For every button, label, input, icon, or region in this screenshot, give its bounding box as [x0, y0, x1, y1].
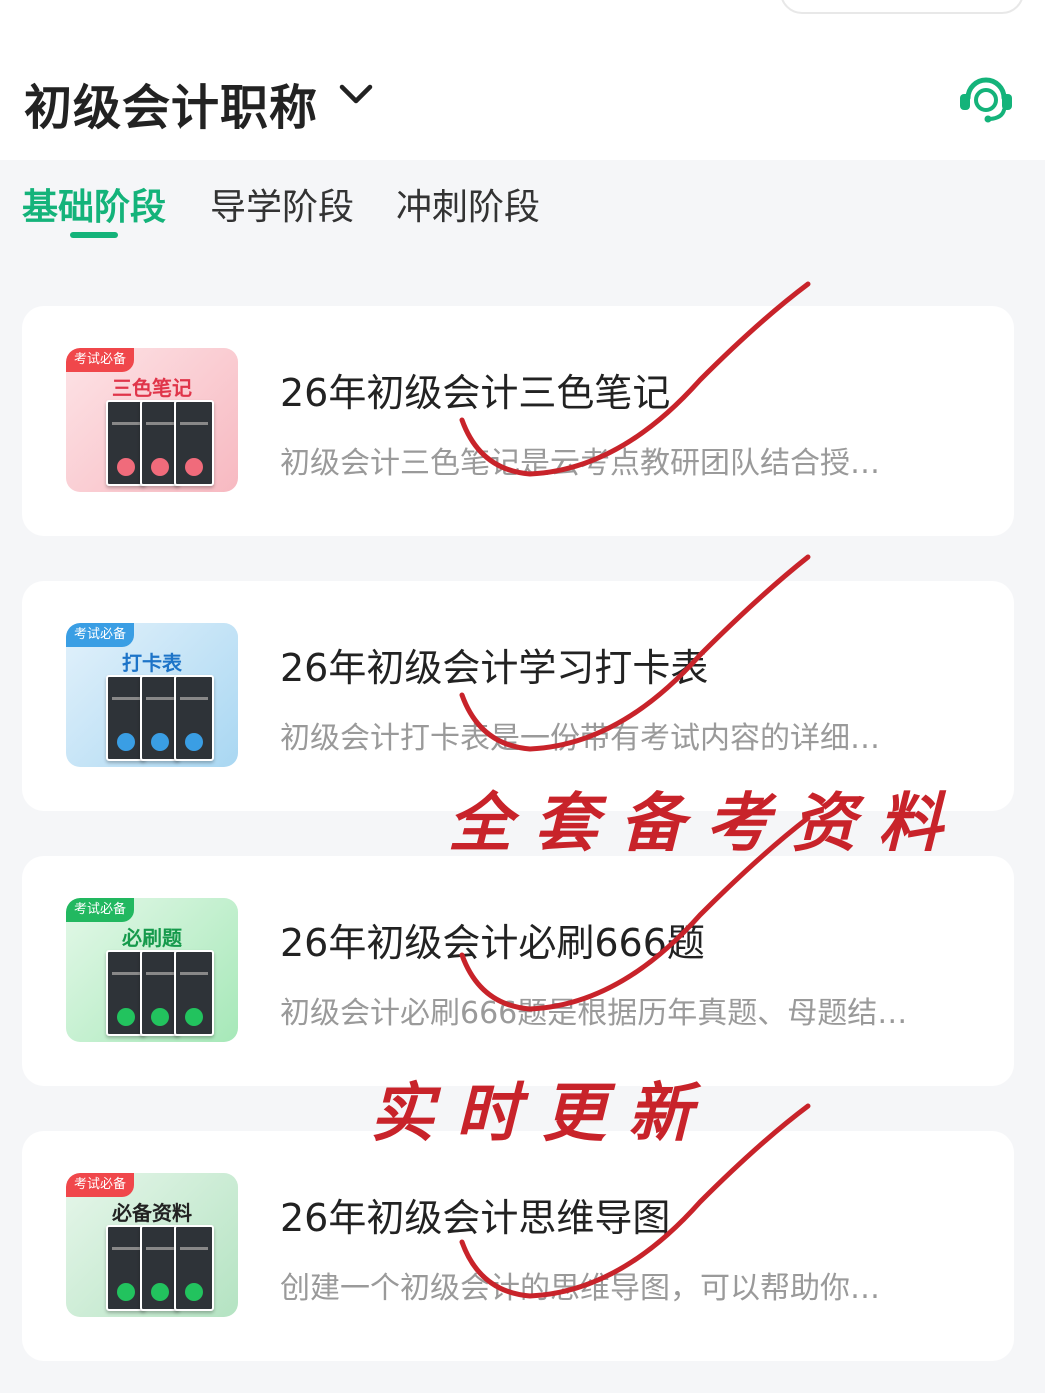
card-description: 初级会计三色笔记是云考点教研团队结合授…: [280, 446, 880, 481]
headset-icon[interactable]: [954, 68, 1018, 124]
exam-badge: 考试必备: [66, 348, 135, 372]
top-pill[interactable]: [780, 0, 1024, 14]
card-thumbnail: 考试必备 必刷题: [66, 898, 238, 1042]
book-stack-icon: [106, 950, 216, 1036]
stage-tabs: 基础阶段 导学阶段 冲刺阶段: [0, 160, 1045, 250]
exam-badge: 考试必备: [66, 623, 135, 647]
card-description: 初级会计必刷666题是根据历年真题、母题结…: [280, 996, 908, 1031]
card-title: 26年初级会计学习打卡表: [280, 646, 709, 690]
resource-card[interactable]: 考试必备 打卡表 26年初级会计学习打卡表 初级会计打卡表是一份带有考试内容的详…: [22, 581, 1014, 811]
tab-intro[interactable]: 导学阶段: [210, 178, 354, 230]
book-stack-icon: [106, 1225, 216, 1311]
card-description: 创建一个初级会计的思维导图，可以帮助你…: [280, 1271, 880, 1306]
resource-card[interactable]: 考试必备 三色笔记 26年初级会计三色笔记 初级会计三色笔记是云考点教研团队结合…: [22, 306, 1014, 536]
tab-basic[interactable]: 基础阶段: [22, 178, 166, 230]
resource-card[interactable]: 考试必备 必备资料 26年初级会计思维导图 创建一个初级会计的思维导图，可以帮助…: [22, 1131, 1014, 1361]
exam-badge: 考试必备: [66, 898, 135, 922]
card-thumbnail: 考试必备 打卡表: [66, 623, 238, 767]
thumbnail-label: 打卡表: [122, 651, 182, 675]
card-title: 26年初级会计思维导图: [280, 1196, 671, 1240]
thumbnail-label: 必刷题: [122, 926, 182, 950]
exam-badge: 考试必备: [66, 1173, 135, 1197]
resource-card[interactable]: 考试必备 必刷题 26年初级会计必刷666题 初级会计必刷666题是根据历年真题…: [22, 856, 1014, 1086]
tab-sprint[interactable]: 冲刺阶段: [396, 178, 540, 230]
chevron-down-icon[interactable]: [338, 82, 374, 106]
card-thumbnail: 考试必备 必备资料: [66, 1173, 238, 1317]
card-thumbnail: 考试必备 三色笔记: [66, 348, 238, 492]
thumbnail-label: 必备资料: [112, 1201, 192, 1225]
book-stack-icon: [106, 400, 216, 486]
book-stack-icon: [106, 675, 216, 761]
active-tab-indicator: [70, 232, 118, 238]
card-title: 26年初级会计三色笔记: [280, 371, 671, 415]
top-bar: 初级会计职称: [0, 0, 1045, 160]
thumbnail-label: 三色笔记: [112, 376, 192, 400]
page-title[interactable]: 初级会计职称: [24, 68, 318, 138]
card-description: 初级会计打卡表是一份带有考试内容的详细…: [280, 721, 880, 756]
card-title: 26年初级会计必刷666题: [280, 921, 705, 965]
